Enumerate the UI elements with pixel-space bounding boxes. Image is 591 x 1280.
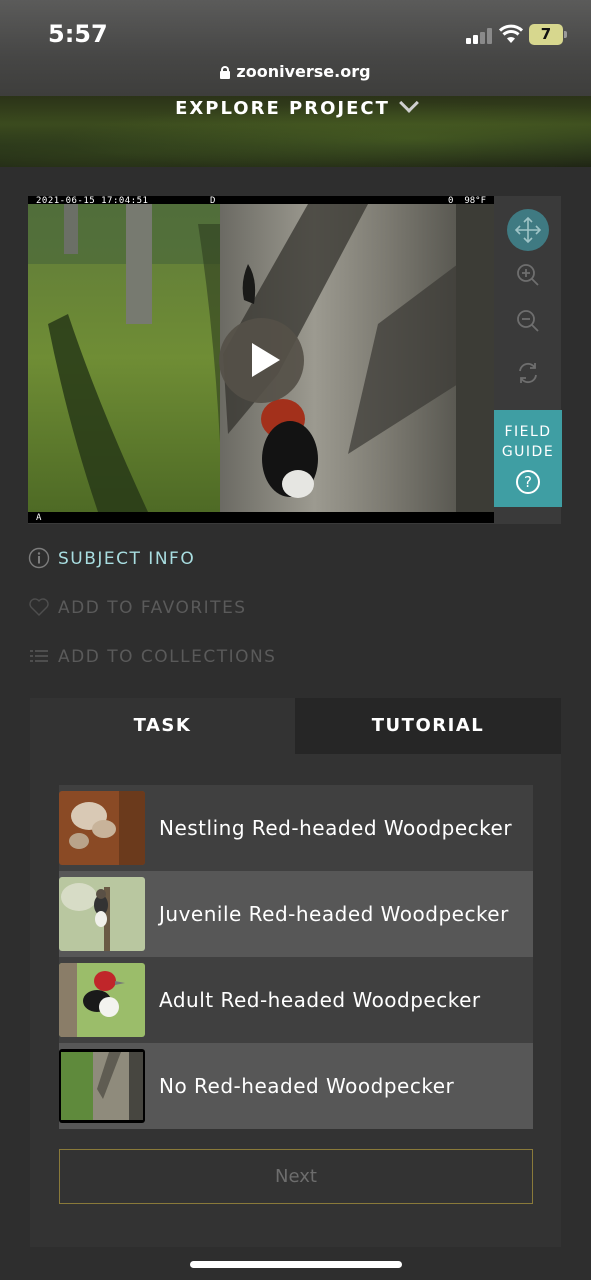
nestling-thumbnail bbox=[59, 791, 145, 865]
explore-project-menu[interactable]: EXPLORE PROJECT bbox=[0, 93, 591, 121]
play-button[interactable] bbox=[219, 318, 304, 403]
temperature: 98°F bbox=[464, 196, 486, 206]
info-icon bbox=[28, 547, 50, 569]
add-to-collections-label: ADD TO COLLECTIONS bbox=[58, 647, 277, 667]
explore-project-label: EXPLORE PROJECT bbox=[175, 98, 390, 119]
move-arrows-icon bbox=[514, 216, 542, 244]
camera-indicator: 0 bbox=[448, 196, 454, 206]
answer-label: No Red-headed Woodpecker bbox=[159, 1074, 455, 1098]
status-bar: 5:57 7 zooniverse.org bbox=[0, 0, 591, 96]
wifi-icon bbox=[499, 24, 523, 43]
answer-list: Nestling Red-headed Woodpecker Juvenile … bbox=[59, 785, 533, 1129]
reset-view-button[interactable] bbox=[507, 352, 549, 394]
task-panel: TASK TUTORIAL Nestling Red-headed Woodpe… bbox=[30, 698, 561, 1247]
battery-icon: 7 bbox=[529, 24, 567, 45]
field-guide-label: FIELD GUIDE bbox=[501, 424, 555, 460]
heart-icon bbox=[29, 598, 49, 616]
timestamp: 2021-06-15 17:04:51 bbox=[36, 196, 149, 206]
tab-tutorial[interactable]: TUTORIAL bbox=[295, 698, 561, 754]
zoom-in-icon bbox=[517, 264, 539, 286]
juvenile-thumbnail bbox=[59, 877, 145, 951]
empty-tree-thumbnail bbox=[59, 1049, 145, 1123]
move-tool[interactable] bbox=[507, 209, 549, 251]
project-header: EXPLORE PROJECT bbox=[0, 93, 591, 167]
answer-juvenile[interactable]: Juvenile Red-headed Woodpecker bbox=[59, 871, 533, 957]
viewer-toolbar bbox=[494, 196, 561, 410]
answer-label: Juvenile Red-headed Woodpecker bbox=[159, 902, 509, 926]
chevron-down-icon bbox=[398, 93, 419, 113]
field-guide-button[interactable]: FIELD GUIDE ? bbox=[494, 410, 562, 507]
subject-video[interactable]: 2021-06-15 17:04:51 D 0 98°F A bbox=[28, 196, 494, 523]
temperature-stamp: 0 98°F bbox=[448, 196, 486, 206]
url-bar[interactable]: zooniverse.org bbox=[0, 62, 591, 81]
answer-label: Nestling Red-headed Woodpecker bbox=[159, 816, 513, 840]
home-indicator[interactable] bbox=[190, 1261, 402, 1268]
subject-info-link[interactable]: SUBJECT INFO bbox=[28, 547, 195, 569]
add-to-favorites-label: ADD TO FAVORITES bbox=[58, 598, 247, 618]
adult-thumbnail bbox=[59, 963, 145, 1037]
next-button[interactable]: Next bbox=[59, 1149, 533, 1204]
list-icon bbox=[30, 650, 48, 662]
add-to-collections-link[interactable]: ADD TO COLLECTIONS bbox=[28, 645, 276, 667]
cellular-signal-icon bbox=[466, 28, 492, 44]
answer-label: Adult Red-headed Woodpecker bbox=[159, 988, 481, 1012]
help-icon: ? bbox=[516, 470, 540, 494]
subject-info-label: SUBJECT INFO bbox=[58, 549, 196, 569]
answer-nestling[interactable]: Nestling Red-headed Woodpecker bbox=[59, 785, 533, 871]
zoom-in-button[interactable] bbox=[507, 254, 549, 296]
camera-stamp-d: D bbox=[210, 196, 216, 206]
clock: 5:57 bbox=[48, 20, 108, 48]
zoom-out-icon bbox=[517, 310, 539, 332]
add-to-favorites-link[interactable]: ADD TO FAVORITES bbox=[28, 596, 247, 618]
refresh-icon bbox=[519, 362, 537, 384]
url-text: zooniverse.org bbox=[236, 62, 371, 81]
tab-task[interactable]: TASK bbox=[30, 698, 295, 754]
zoom-out-button[interactable] bbox=[507, 300, 549, 342]
lock-icon bbox=[220, 66, 231, 79]
answer-none[interactable]: No Red-headed Woodpecker bbox=[59, 1043, 533, 1129]
camera-stamp-a: A bbox=[36, 513, 42, 523]
answer-adult[interactable]: Adult Red-headed Woodpecker bbox=[59, 957, 533, 1043]
